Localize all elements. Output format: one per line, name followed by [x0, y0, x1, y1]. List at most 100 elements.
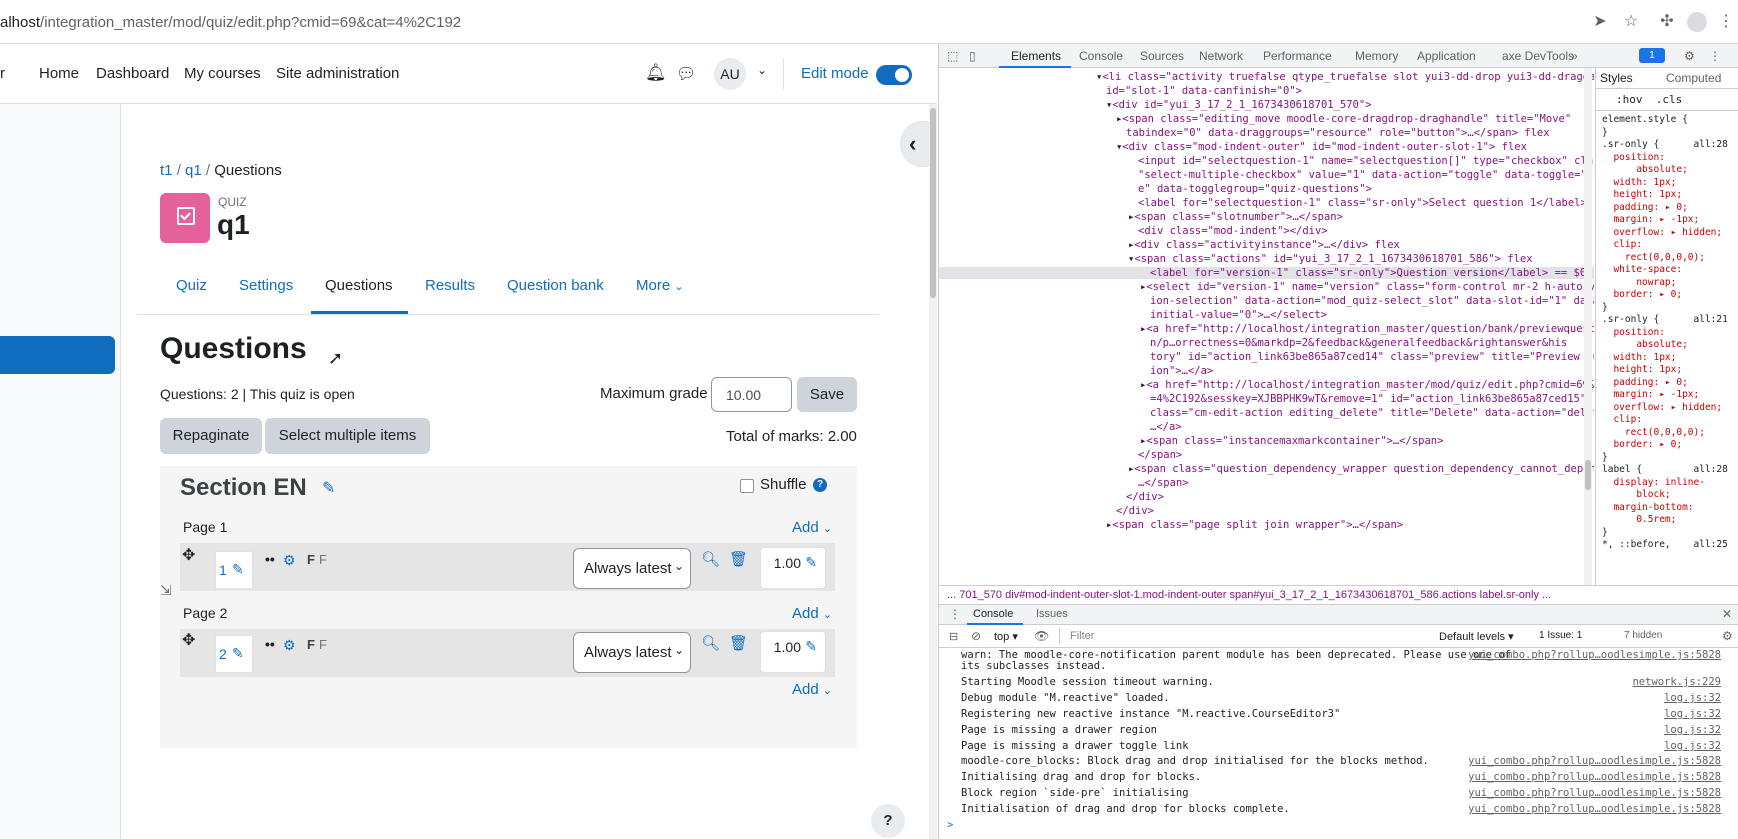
save-button[interactable]: Save	[797, 377, 857, 412]
notifications-bell-icon[interactable]: 🔔︎	[645, 63, 667, 83]
console-source-link[interactable]: yui_combo.php?rollup…oodlesimple.js:5828	[1468, 755, 1721, 767]
console-source-link[interactable]: log.js:32	[1664, 740, 1721, 752]
dom-line[interactable]: ion">…</a>	[1150, 365, 1213, 377]
address-bar[interactable]: alhost/integration_master/mod/quiz/edit.…	[0, 14, 461, 31]
messages-icon[interactable]: 💬︎	[676, 64, 696, 84]
console-source-link[interactable]: yui_combo.php?rollup…oodlesimple.js:5828	[1468, 803, 1721, 815]
page-break-icon[interactable]: ⇲	[160, 582, 172, 599]
css-rule-line[interactable]: margin: ▸ -1px;	[1602, 214, 1738, 227]
move-handle-icon[interactable]: ✥	[182, 545, 195, 565]
tab-quiz[interactable]: Quiz	[176, 277, 207, 294]
css-rule-line[interactable]: label { all:28	[1602, 464, 1738, 477]
nav-dashboard[interactable]: Dashboard	[96, 65, 169, 82]
styles-tab[interactable]: Styles	[1600, 71, 1633, 85]
css-rule-line[interactable]: }	[1602, 127, 1738, 140]
css-rule-line[interactable]: border: ▸ 0;	[1602, 439, 1738, 452]
browser-menu-icon[interactable]: ⋮	[1716, 12, 1736, 32]
sidebar-toggle-icon[interactable]: ⊟	[949, 630, 958, 643]
dom-line[interactable]: ▸<span class="slotnumber">…</span>	[1128, 211, 1343, 223]
console-prompt[interactable]: >	[947, 819, 1707, 831]
dom-line[interactable]: class="cm-edit-action editing_delete" ti…	[1150, 407, 1594, 419]
dom-line[interactable]: ▾<li class="activity truefalse qtype_tru…	[1096, 71, 1594, 83]
max-mark-value[interactable]: 1.00	[774, 555, 801, 571]
devtools-tab-axe[interactable]: axe DevTools	[1502, 49, 1574, 63]
edit-mark-icon[interactable]: ✎	[805, 638, 817, 655]
dom-line[interactable]: ▸<a href="http://localhost/integration_m…	[1140, 379, 1594, 391]
breadcrumb-course[interactable]: t1	[160, 162, 173, 179]
bottom-add-menu[interactable]: Add ⌄	[792, 681, 832, 698]
css-rule-line[interactable]: height: 1px;	[1602, 364, 1738, 377]
delete-question-icon[interactable]: 🗑︎	[729, 550, 748, 568]
select-multiple-button[interactable]: Select multiple items	[265, 418, 430, 454]
css-rule-line[interactable]: overflow: ▸ hidden;	[1602, 227, 1738, 240]
dom-line-selected[interactable]: <label for="version-1" class="sr-only">Q…	[939, 267, 1594, 279]
drawer-menu-icon[interactable]: ⋮	[949, 607, 961, 621]
dom-line[interactable]: ▾<div id="yui_3_17_2_1_1673430618701_570…	[1106, 99, 1372, 111]
dom-line[interactable]: ▸<select id="version-1" name="version" c…	[1140, 281, 1594, 293]
max-grade-input[interactable]: 10.00	[711, 377, 792, 412]
version-select[interactable]: Always latest ⌄	[573, 548, 691, 589]
context-select[interactable]: top ▾	[994, 630, 1018, 643]
profile-avatar-icon[interactable]	[1687, 12, 1707, 32]
bookmark-star-icon[interactable]: ☆	[1621, 12, 1641, 32]
console-filter-input[interactable]: Filter	[1059, 628, 1414, 644]
dom-line[interactable]: <input id="selectquestion-1" name="selec…	[1138, 155, 1594, 167]
dom-line[interactable]: …</span>	[1138, 477, 1189, 489]
console-source-link[interactable]: log.js:32	[1664, 708, 1721, 720]
dom-line[interactable]: ▸<span class="question_dependency_wrappe…	[1128, 463, 1594, 475]
css-rule-line[interactable]: height: 1px;	[1602, 189, 1738, 202]
tab-questions[interactable]: Questions	[325, 277, 393, 294]
elements-tree[interactable]: ▾<li class="activity truefalse qtype_tru…	[939, 68, 1594, 585]
edit-section-title-icon[interactable]: ✎	[322, 478, 335, 498]
site-brand[interactable]: r	[0, 65, 5, 82]
extensions-icon[interactable]: ✣	[1657, 12, 1677, 32]
dom-line[interactable]: ▾<span class="actions" id="yui_3_17_2_1_…	[1128, 253, 1533, 265]
tab-results[interactable]: Results	[425, 277, 475, 294]
shuffle-checkbox[interactable]	[740, 479, 754, 493]
elements-scrollbar[interactable]	[1584, 68, 1592, 585]
send-icon[interactable]: ➤	[1590, 12, 1610, 32]
dom-line[interactable]: initial-value="0">…</select>	[1150, 309, 1327, 321]
footer-help-button[interactable]: ?	[871, 804, 905, 838]
page-2-add-menu[interactable]: Add ⌄	[792, 605, 832, 622]
dom-line[interactable]: <label for="selectquestion-1" class="sr-…	[1138, 197, 1587, 209]
styles-filter-toggles[interactable]: :hov .cls	[1616, 93, 1682, 106]
page-1-add-menu[interactable]: Add ⌄	[792, 519, 832, 536]
slot-number[interactable]: 2	[219, 646, 227, 662]
devtools-settings-gear-icon[interactable]: ⚙	[1684, 49, 1695, 63]
user-avatar[interactable]: AU	[714, 58, 746, 90]
slot-number[interactable]: 1	[219, 562, 227, 578]
dom-line[interactable]: </span>	[1138, 449, 1182, 461]
devtools-tab-network[interactable]: Network	[1199, 49, 1243, 63]
dom-line[interactable]: "select-multiple-checkbox" value="1" dat…	[1138, 169, 1594, 181]
log-levels-select[interactable]: Default levels ▾	[1439, 630, 1514, 643]
console-tab[interactable]: Console	[973, 608, 1013, 620]
css-rule-line[interactable]: white-space:	[1602, 264, 1738, 277]
dom-line[interactable]: tabindex="0" data-draggroups="resource" …	[1126, 127, 1550, 139]
dom-line[interactable]: ▸<a href="http://localhost/integration_m…	[1140, 323, 1594, 335]
clear-console-icon[interactable]: ⊘	[971, 629, 981, 643]
css-rules[interactable]: element.style {} .sr-only { all:28 positi…	[1602, 114, 1738, 552]
console-settings-gear-icon[interactable]: ⚙	[1722, 629, 1733, 643]
console-source-link[interactable]: log.js:32	[1664, 692, 1721, 704]
tab-more[interactable]: More ⌄	[636, 277, 684, 294]
help-icon[interactable]: ?	[813, 478, 827, 492]
css-rule-line[interactable]: width: 1px;	[1602, 177, 1738, 190]
css-rule-line[interactable]: }	[1602, 527, 1738, 540]
css-rule-line[interactable]: }	[1602, 452, 1738, 465]
devtools-tab-application[interactable]: Application	[1417, 49, 1476, 63]
issues-tab[interactable]: Issues	[1036, 608, 1068, 620]
dom-line[interactable]: …</a>	[1150, 421, 1182, 433]
dom-line[interactable]: ▸<div class="activityinstance">…</div> f…	[1128, 239, 1400, 251]
nav-home[interactable]: Home	[39, 65, 79, 82]
version-select[interactable]: Always latest ⌄	[573, 632, 691, 673]
close-drawer-icon[interactable]: ✕	[1722, 607, 1732, 621]
devtools-tab-performance[interactable]: Performance	[1263, 49, 1332, 63]
dom-line[interactable]: ion-selection" data-action="mod_quiz-sel…	[1150, 295, 1594, 307]
css-rule-line[interactable]: border: ▸ 0;	[1602, 289, 1738, 302]
nav-site-administration[interactable]: Site administration	[276, 65, 399, 82]
css-rule-line[interactable]: nowrap;	[1602, 277, 1738, 290]
console-source-link[interactable]: yui_combo.php?rollup…oodlesimple.js:5828	[1468, 771, 1721, 783]
css-rule-line[interactable]: clip:	[1602, 239, 1738, 252]
dom-line[interactable]: ▸<span class="instancemaxmarkcontainer">…	[1140, 435, 1443, 447]
